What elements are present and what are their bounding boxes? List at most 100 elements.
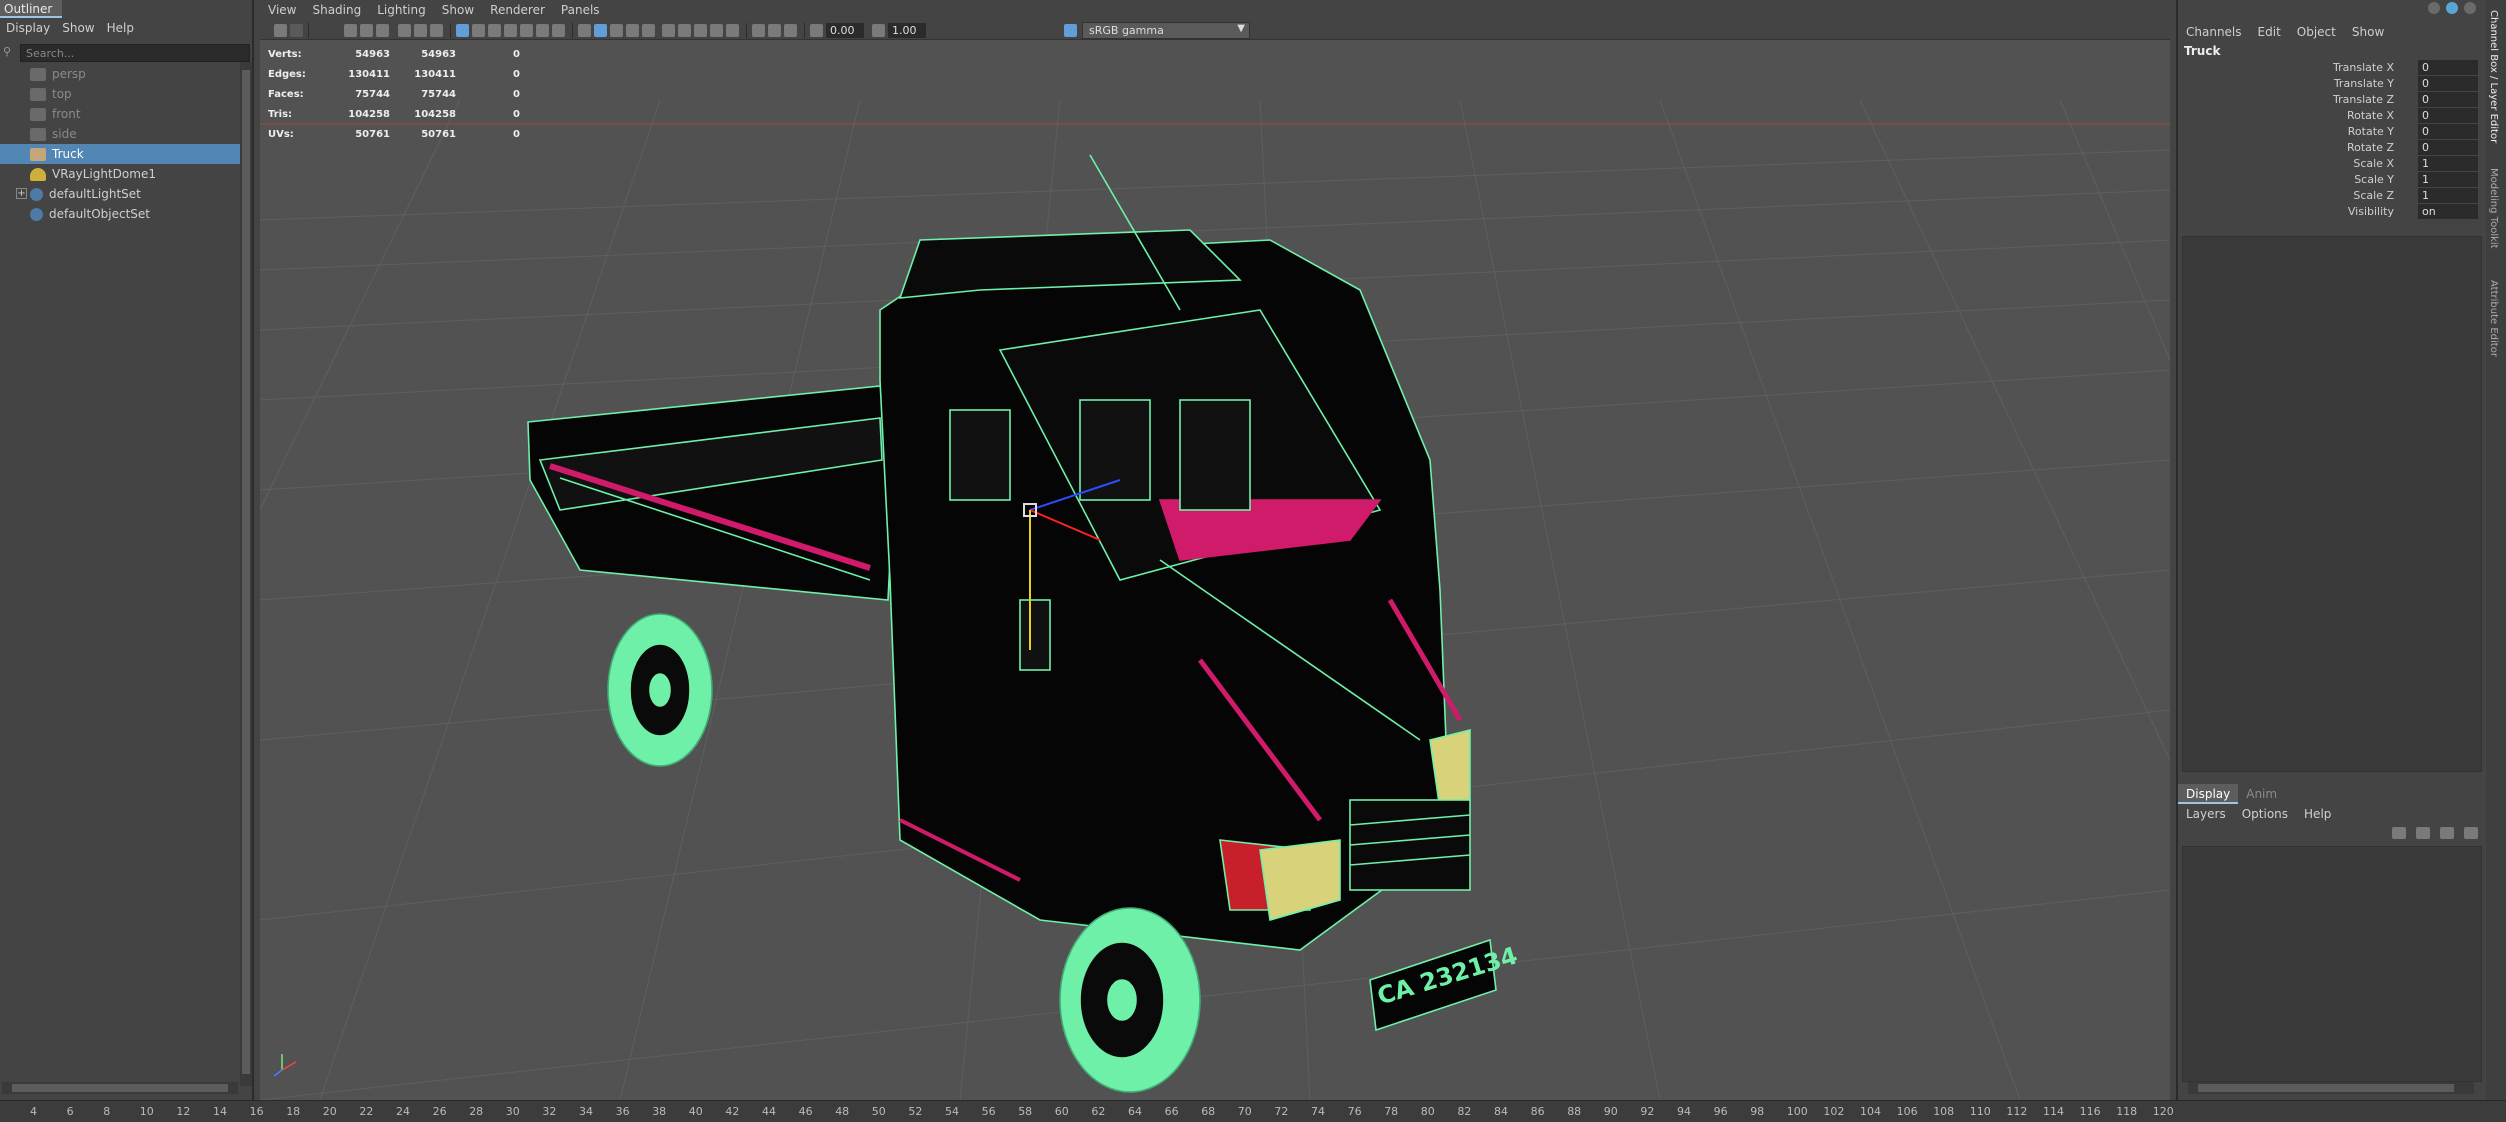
- settings-icon[interactable]: [2464, 2, 2476, 14]
- gamma-icon[interactable]: [872, 24, 885, 37]
- layer-horizontal-scrollbar[interactable]: [2188, 1082, 2474, 1094]
- channel-value-field[interactable]: 0: [2418, 60, 2478, 75]
- outliner-vertical-scrollbar[interactable]: [240, 62, 252, 1086]
- bookmark-icon[interactable]: [344, 24, 357, 37]
- outliner-item-side[interactable]: side: [0, 124, 240, 144]
- new-empty-layer-icon[interactable]: [2440, 827, 2454, 839]
- layer-list[interactable]: [2182, 846, 2482, 1082]
- channel-value-field[interactable]: 0: [2418, 108, 2478, 123]
- smooth-shade-icon[interactable]: [594, 24, 607, 37]
- outliner-menu-help[interactable]: Help: [101, 18, 140, 38]
- channel-value-field[interactable]: on: [2418, 204, 2478, 219]
- channel-value-field[interactable]: 0: [2418, 92, 2478, 107]
- screen-space-ao-icon[interactable]: [678, 24, 691, 37]
- gate-mask-icon[interactable]: [504, 24, 517, 37]
- channel-box-object-name[interactable]: Truck: [2184, 44, 2220, 58]
- channel-visibility[interactable]: Visibility on: [2178, 204, 2488, 220]
- depth-of-field-icon[interactable]: [726, 24, 739, 37]
- channel-menu-object[interactable]: Object: [2289, 22, 2344, 42]
- safe-action-icon[interactable]: [536, 24, 549, 37]
- outliner-search-input[interactable]: Search...: [20, 44, 250, 62]
- outliner-horizontal-scrollbar[interactable]: [2, 1082, 238, 1094]
- tab-display[interactable]: Display: [2178, 784, 2239, 804]
- time-slider[interactable]: 4 6 8 10 12 14 16 18 20 22 24 26 28 30 32 34 36 38 40 42 44 4…: [0, 1100, 2506, 1122]
- 3d-viewport-canvas[interactable]: CA 232134 Verts: 54963 54963 0 Edges: 13…: [260, 40, 2170, 1100]
- safe-title-icon[interactable]: [552, 24, 565, 37]
- channel-value-field[interactable]: 1: [2418, 156, 2478, 171]
- channel-menu-channels[interactable]: Channels: [2178, 22, 2250, 42]
- gamma-field[interactable]: 1.00: [888, 23, 926, 38]
- exposure-icon[interactable]: [810, 24, 823, 37]
- 2d-pan-icon[interactable]: [398, 24, 411, 37]
- grease-pencil-tool-icon[interactable]: [414, 24, 427, 37]
- channel-menu-edit[interactable]: Edit: [2250, 22, 2289, 42]
- grid-icon[interactable]: [456, 24, 469, 37]
- layer-menu-layers[interactable]: Layers: [2178, 804, 2234, 824]
- xray-joints-icon[interactable]: [784, 24, 797, 37]
- viewport-menu-panels[interactable]: Panels: [553, 0, 608, 20]
- outliner-item-defaultobjectset[interactable]: defaultObjectSet: [0, 204, 240, 224]
- channel-scale-y[interactable]: Scale Y 1: [2178, 172, 2488, 188]
- side-tab-modeling-toolkit[interactable]: Modeling Toolkit: [2488, 168, 2499, 249]
- channel-translate-x[interactable]: Translate X 0: [2178, 60, 2488, 76]
- channel-value-field[interactable]: 0: [2418, 76, 2478, 91]
- channel-value-field[interactable]: 1: [2418, 172, 2478, 187]
- new-layer-from-selected-icon[interactable]: [2464, 827, 2478, 839]
- outliner-menu-display[interactable]: Display: [0, 18, 56, 38]
- channel-translate-z[interactable]: Translate Z 0: [2178, 92, 2488, 108]
- outliner-item-truck[interactable]: Truck: [0, 144, 240, 164]
- default-material-icon[interactable]: [610, 24, 623, 37]
- outliner-item-persp[interactable]: persp: [0, 64, 240, 84]
- exposure-field[interactable]: 0.00: [826, 23, 864, 38]
- outliner-tab[interactable]: Outliner: [0, 0, 62, 18]
- use-lights-icon[interactable]: [642, 24, 655, 37]
- search-icon[interactable]: ⚲: [3, 45, 17, 59]
- xray-icon[interactable]: [768, 24, 781, 37]
- channel-rotate-z[interactable]: Rotate Z 0: [2178, 140, 2488, 156]
- lock-camera-icon[interactable]: [290, 24, 303, 37]
- shadows-icon[interactable]: [662, 24, 675, 37]
- viewport-menu-shading[interactable]: Shading: [304, 0, 369, 20]
- move-layer-up-icon[interactable]: [2392, 827, 2406, 839]
- multisample-aa-icon[interactable]: [710, 24, 723, 37]
- viewport-menu-show[interactable]: Show: [434, 0, 482, 20]
- outliner-item-defaultlightset[interactable]: + defaultLightSet: [0, 184, 240, 204]
- channel-scale-z[interactable]: Scale Z 1: [2178, 188, 2488, 204]
- motion-blur-icon[interactable]: [694, 24, 707, 37]
- outliner-menu-show[interactable]: Show: [56, 18, 100, 38]
- scrollbar-thumb[interactable]: [242, 70, 250, 1074]
- tab-anim[interactable]: Anim: [2238, 784, 2285, 804]
- viewport-menu-view[interactable]: View: [260, 0, 304, 20]
- resolution-gate-icon[interactable]: [488, 24, 501, 37]
- side-tab-attribute-editor[interactable]: Attribute Editor: [2488, 280, 2499, 357]
- channel-menu-show[interactable]: Show: [2344, 22, 2392, 42]
- color-management-icon[interactable]: [1064, 24, 1077, 37]
- channel-scale-x[interactable]: Scale X 1: [2178, 156, 2488, 172]
- color-space-dropdown[interactable]: sRGB gamma ▼: [1082, 22, 1250, 39]
- channel-rotate-x[interactable]: Rotate X 0: [2178, 108, 2488, 124]
- film-gate-icon[interactable]: [472, 24, 485, 37]
- wireframe-icon[interactable]: [578, 24, 591, 37]
- scrollbar-thumb[interactable]: [2198, 1084, 2454, 1092]
- textured-icon[interactable]: [626, 24, 639, 37]
- channel-value-field[interactable]: 0: [2418, 140, 2478, 155]
- image-plane-icon[interactable]: [360, 24, 373, 37]
- viewport-menu-renderer[interactable]: Renderer: [482, 0, 553, 20]
- channel-value-field[interactable]: 1: [2418, 188, 2478, 203]
- pin-icon[interactable]: [2428, 2, 2440, 14]
- expand-icon[interactable]: +: [16, 188, 27, 199]
- isolate-select-icon[interactable]: [752, 24, 765, 37]
- side-tab-channel-box[interactable]: Channel Box / Layer Editor: [2488, 10, 2499, 143]
- scrollbar-thumb[interactable]: [12, 1084, 228, 1092]
- outliner-item-top[interactable]: top: [0, 84, 240, 104]
- channel-translate-y[interactable]: Translate Y 0: [2178, 76, 2488, 92]
- channel-value-field[interactable]: 0: [2418, 124, 2478, 139]
- select-camera-icon[interactable]: [274, 24, 287, 37]
- layer-menu-options[interactable]: Options: [2234, 804, 2296, 824]
- outliner-item-front[interactable]: front: [0, 104, 240, 124]
- viewport-menu-lighting[interactable]: Lighting: [369, 0, 434, 20]
- ink-icon[interactable]: [430, 24, 443, 37]
- layer-menu-help[interactable]: Help: [2296, 804, 2339, 824]
- grease-pencil-icon[interactable]: [376, 24, 389, 37]
- layers-icon[interactable]: [2446, 2, 2458, 14]
